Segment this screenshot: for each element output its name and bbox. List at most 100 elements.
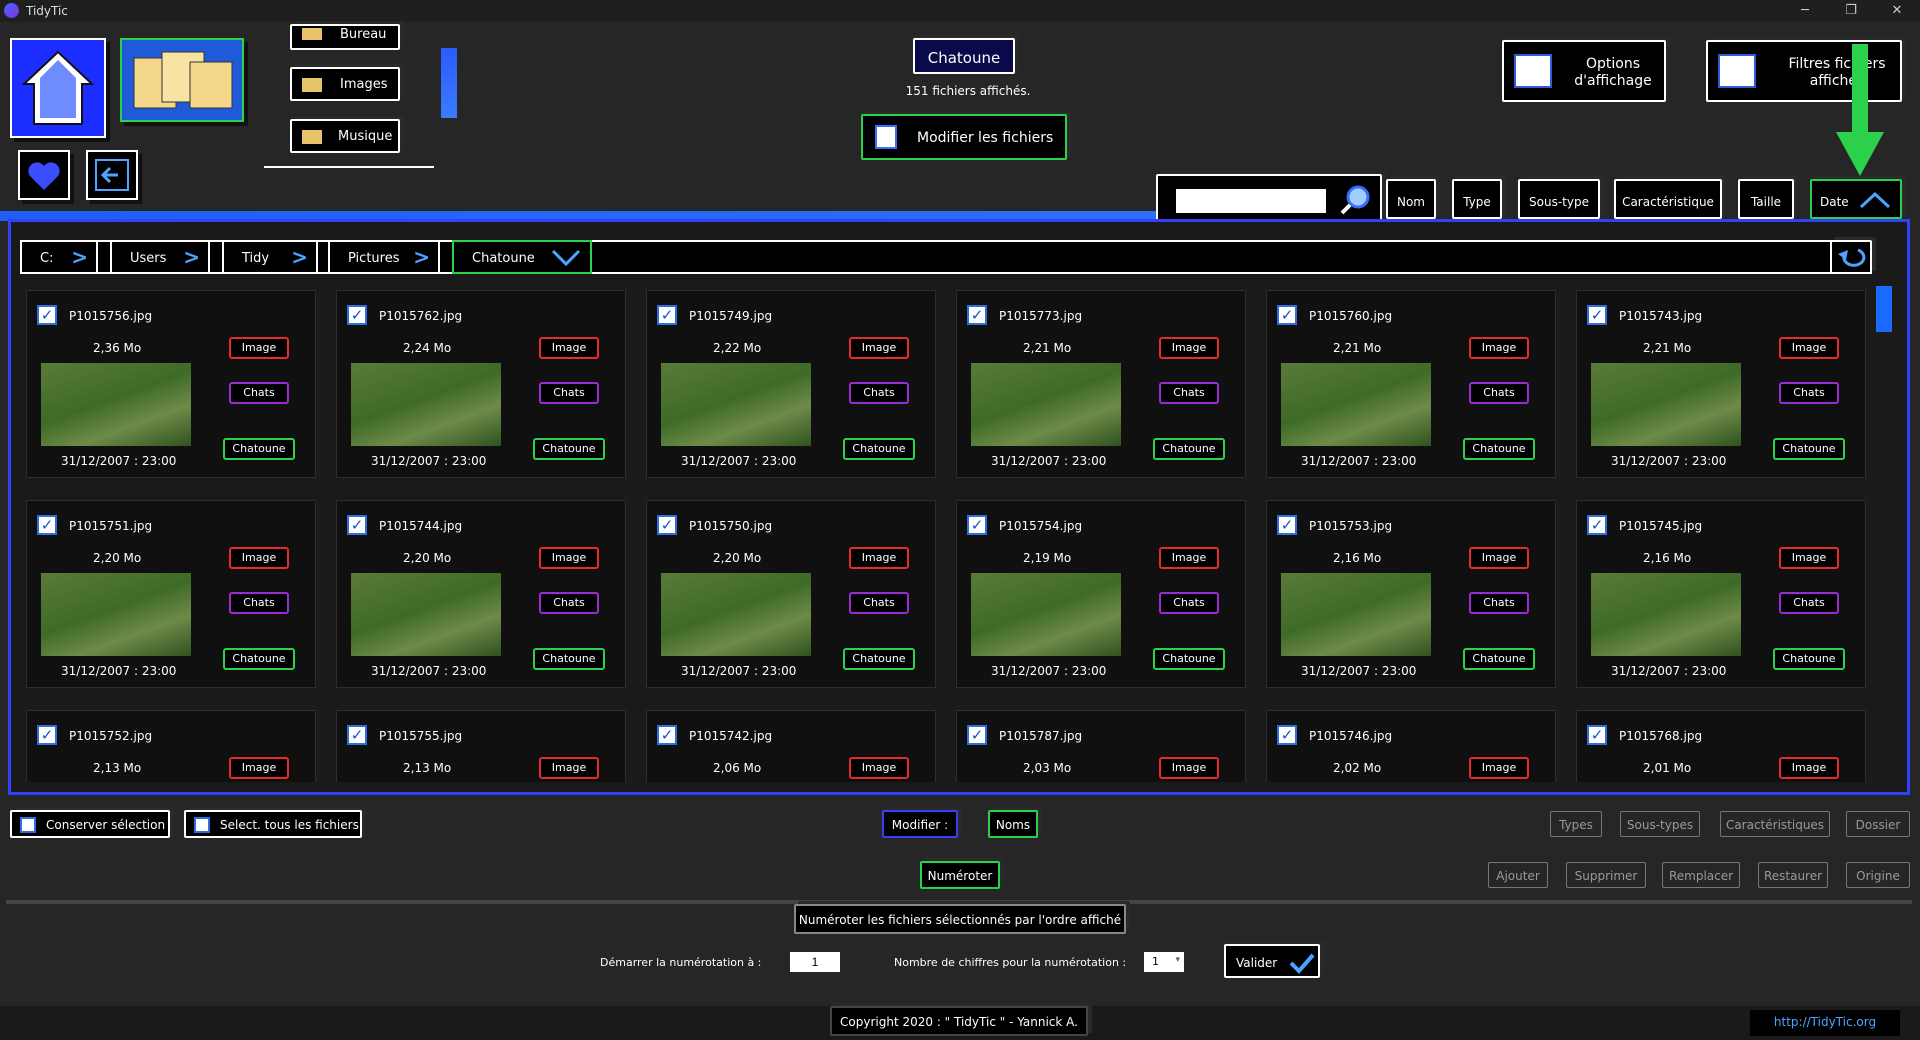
subtype-tag[interactable]: Chats <box>1159 382 1219 404</box>
file-checkbox[interactable]: ✓ <box>657 305 677 325</box>
file-card[interactable]: ✓ P1015749.jpg 2,22 Mo Image Chats Chatoune 31… <box>646 290 936 478</box>
file-card[interactable]: ✓ P1015755.jpg 2,13 Mo Image <box>336 710 626 782</box>
subtype-tag[interactable]: Chats <box>229 592 289 614</box>
sort-by-name[interactable]: Nom <box>1386 179 1436 219</box>
type-tag[interactable]: Image <box>849 757 909 779</box>
refresh-button[interactable] <box>1830 240 1872 274</box>
add-button[interactable]: Ajouter <box>1488 862 1548 888</box>
favorite-bureau[interactable]: Bureau <box>290 24 400 50</box>
sort-by-characteristic[interactable]: Caractéristique <box>1614 179 1722 219</box>
file-card[interactable]: ✓ P1015762.jpg 2,24 Mo Image Chats Chatoune 31… <box>336 290 626 478</box>
subtype-tag[interactable]: Chats <box>1469 382 1529 404</box>
type-tag[interactable]: Image <box>1159 757 1219 779</box>
type-tag[interactable]: Image <box>229 757 289 779</box>
file-checkbox[interactable]: ✓ <box>967 725 987 745</box>
file-card[interactable]: ✓ P1015746.jpg 2,02 Mo Image <box>1266 710 1556 782</box>
characteristic-tag[interactable]: Chatoune <box>1153 648 1225 670</box>
file-checkbox[interactable]: ✓ <box>37 305 57 325</box>
file-card[interactable]: ✓ P1015742.jpg 2,06 Mo Image <box>646 710 936 782</box>
start-number-input[interactable] <box>790 952 840 972</box>
file-checkbox[interactable]: ✓ <box>1587 725 1607 745</box>
replace-button[interactable]: Remplacer <box>1662 862 1740 888</box>
characteristic-tag[interactable]: Chatoune <box>1463 648 1535 670</box>
file-checkbox[interactable]: ✓ <box>1587 305 1607 325</box>
type-tag[interactable]: Image <box>1159 337 1219 359</box>
type-tag[interactable]: Image <box>1779 337 1839 359</box>
back-button[interactable] <box>86 150 138 200</box>
file-checkbox[interactable]: ✓ <box>1277 305 1297 325</box>
restore-button[interactable]: Restaurer <box>1758 862 1828 888</box>
minimize-button[interactable]: ─ <box>1782 0 1828 22</box>
image-thumbnail[interactable] <box>971 573 1121 656</box>
breadcrumb-users[interactable]: Users > <box>110 240 210 274</box>
file-card[interactable]: ✓ P1015751.jpg 2,20 Mo Image Chats Chatoune 31… <box>26 500 316 688</box>
file-checkbox[interactable]: ✓ <box>1587 515 1607 535</box>
file-checkbox[interactable]: ✓ <box>967 305 987 325</box>
maximize-button[interactable]: ❐ <box>1828 0 1874 22</box>
favorites-button[interactable] <box>18 150 70 200</box>
characteristic-tag[interactable]: Chatoune <box>533 438 605 460</box>
file-list-scrollbar[interactable] <box>1876 286 1892 332</box>
file-checkbox[interactable]: ✓ <box>1277 725 1297 745</box>
subtype-tag[interactable]: Chats <box>539 382 599 404</box>
names-button[interactable]: Noms <box>988 810 1038 838</box>
type-tag[interactable]: Image <box>539 337 599 359</box>
subtype-tag[interactable]: Chats <box>1779 382 1839 404</box>
subtype-tag[interactable]: Chats <box>849 382 909 404</box>
number-button[interactable]: Numéroter <box>920 861 1000 889</box>
folders-button[interactable] <box>120 38 244 122</box>
breadcrumb-c[interactable]: C: > <box>20 240 98 274</box>
file-card[interactable]: ✓ P1015753.jpg 2,16 Mo Image Chats Chatoune 31… <box>1266 500 1556 688</box>
file-checkbox[interactable]: ✓ <box>37 515 57 535</box>
search-icon[interactable] <box>1338 184 1374 216</box>
file-checkbox[interactable]: ✓ <box>347 305 367 325</box>
modify-files-button[interactable]: Modifier les fichiers <box>861 114 1067 160</box>
types-button[interactable]: Types <box>1550 811 1602 837</box>
type-tag[interactable]: Image <box>539 757 599 779</box>
file-card[interactable]: ✓ P1015754.jpg 2,19 Mo Image Chats Chatoune 31… <box>956 500 1246 688</box>
favorite-musique[interactable]: Musique <box>290 119 400 153</box>
file-card[interactable]: ✓ P1015768.jpg 2,01 Mo Image <box>1576 710 1866 782</box>
file-checkbox[interactable]: ✓ <box>347 725 367 745</box>
file-card[interactable]: ✓ P1015752.jpg 2,13 Mo Image <box>26 710 316 782</box>
sort-by-date[interactable]: Date <box>1810 179 1902 219</box>
characteristic-tag[interactable]: Chatoune <box>843 438 915 460</box>
file-card[interactable]: ✓ P1015756.jpg 2,36 Mo Image Chats Chatoune 31… <box>26 290 316 478</box>
favorite-images[interactable]: Images <box>290 67 400 101</box>
sort-by-subtype[interactable]: Sous-type <box>1518 179 1600 219</box>
characteristic-tag[interactable]: Chatoune <box>533 648 605 670</box>
breadcrumb-chatoune[interactable]: Chatoune <box>452 240 592 274</box>
characteristic-tag[interactable]: Chatoune <box>1153 438 1225 460</box>
file-checkbox[interactable]: ✓ <box>37 725 57 745</box>
type-tag[interactable]: Image <box>1779 547 1839 569</box>
home-button[interactable] <box>10 38 106 138</box>
image-thumbnail[interactable] <box>661 573 811 656</box>
subtype-tag[interactable]: Chats <box>539 592 599 614</box>
characteristic-tag[interactable]: Chatoune <box>1773 648 1845 670</box>
image-thumbnail[interactable] <box>351 363 501 446</box>
subtype-tag[interactable]: Chats <box>229 382 289 404</box>
file-card[interactable]: ✓ P1015787.jpg 2,03 Mo Image <box>956 710 1246 782</box>
delete-button[interactable]: Supprimer <box>1566 862 1646 888</box>
keep-selection-button[interactable]: Conserver sélection <box>10 810 170 838</box>
image-thumbnail[interactable] <box>1591 363 1741 446</box>
image-thumbnail[interactable] <box>971 363 1121 446</box>
subtypes-button[interactable]: Sous-types <box>1620 811 1700 837</box>
select-all-button[interactable]: Select. tous les fichiers <box>184 810 362 838</box>
file-card[interactable]: ✓ P1015760.jpg 2,21 Mo Image Chats Chatoune 31… <box>1266 290 1556 478</box>
image-thumbnail[interactable] <box>1281 573 1431 656</box>
characteristic-tag[interactable]: Chatoune <box>223 648 295 670</box>
validate-button[interactable]: Valider <box>1224 944 1320 978</box>
search-input[interactable] <box>1176 189 1326 213</box>
characteristic-tag[interactable]: Chatoune <box>1773 438 1845 460</box>
file-card[interactable]: ✓ P1015750.jpg 2,20 Mo Image Chats Chatoune 31… <box>646 500 936 688</box>
favorites-scrollbar[interactable] <box>441 48 457 118</box>
type-tag[interactable]: Image <box>849 547 909 569</box>
file-checkbox[interactable]: ✓ <box>657 515 677 535</box>
type-tag[interactable]: Image <box>1469 337 1529 359</box>
type-tag[interactable]: Image <box>849 337 909 359</box>
type-tag[interactable]: Image <box>1779 757 1839 779</box>
file-checkbox[interactable]: ✓ <box>347 515 367 535</box>
image-thumbnail[interactable] <box>351 573 501 656</box>
sort-by-type[interactable]: Type <box>1452 179 1502 219</box>
